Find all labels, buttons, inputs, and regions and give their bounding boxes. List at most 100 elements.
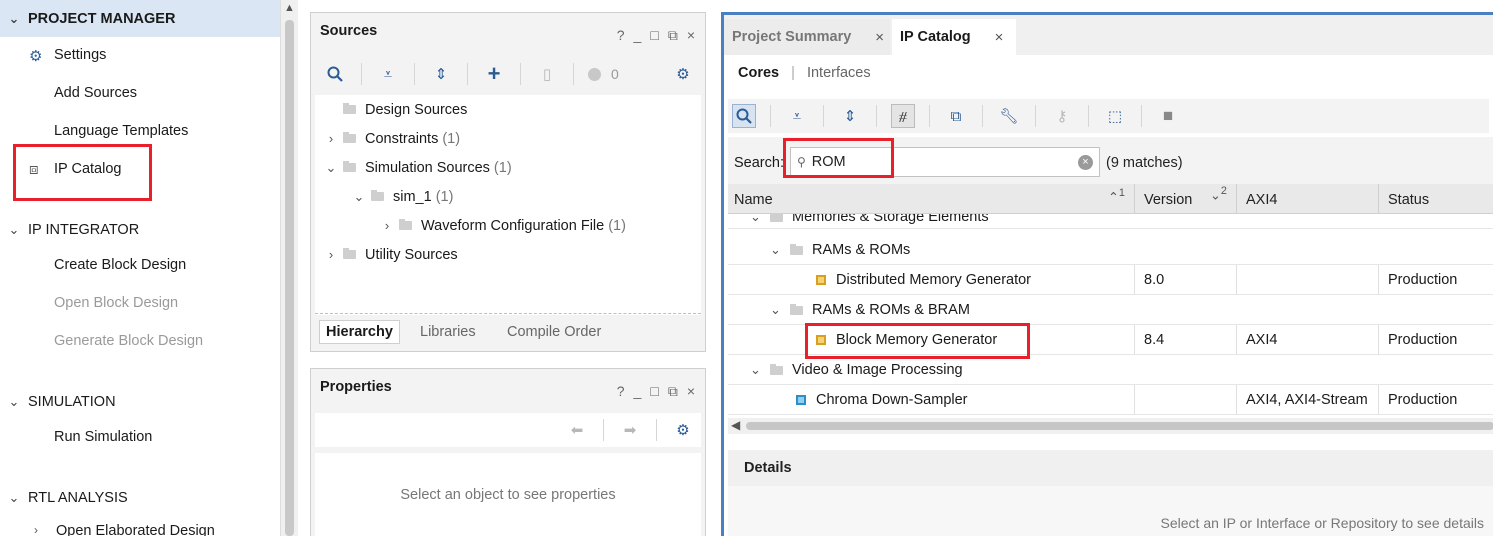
column-name[interactable]: Name [734,192,773,208]
nav-open-elaborated-design[interactable]: › Open Elaborated Design [34,523,215,536]
maximize-icon[interactable]: □ [650,383,658,400]
nav-ip-catalog[interactable]: ⧈ IP Catalog [29,161,121,178]
chevron-right-icon[interactable]: › [379,218,395,233]
chevron-down-icon: ⌄ [8,10,20,26]
close-icon[interactable]: × [687,383,695,400]
close-icon[interactable]: × [995,29,1004,46]
toolbar-separator [414,63,415,85]
tab-libraries[interactable]: Libraries [420,324,476,340]
search-icon[interactable] [323,62,347,86]
clear-search-icon[interactable]: × [1078,154,1093,170]
sources-panel: Sources ? _ □ ⧉ × ⩡ ⇕ + ▯ 0 ⚙ Design Sou… [310,12,706,352]
folder-icon [343,103,356,114]
toolbar-separator [982,105,983,127]
table-row[interactable]: ⌄ RAMs & ROMs & BRAM [728,295,1493,325]
scroll-left-icon[interactable]: ◀ [731,418,740,432]
float-icon[interactable]: ⧉ [668,27,678,44]
maximize-icon[interactable]: □ [650,27,658,44]
expand-all-icon[interactable]: ⇕ [838,104,862,128]
tab-compile-order[interactable]: Compile Order [507,324,601,340]
scroll-up-icon[interactable]: ▲ [284,2,295,14]
chevron-down-icon[interactable]: ⌄ [351,189,367,205]
tab-hierarchy[interactable]: Hierarchy [319,320,400,344]
nav-language-templates[interactable]: Language Templates [54,123,188,139]
hierarchy-icon[interactable]: ⧉ [944,104,968,128]
section-simulation[interactable]: ⌄ SIMULATION [0,390,280,414]
column-version[interactable]: Version [1144,192,1192,208]
properties-panel: Properties ? _ □ ⧉ × ⬅ ➡ ⚙ Select an obj… [310,368,706,536]
gear-icon[interactable]: ⚙ [671,62,695,86]
search-bar: Search: ⚲ ROM × (9 matches) [728,137,1493,187]
table-row[interactable]: ⌄ Video & Image Processing [728,355,1493,385]
tree-row[interactable]: Design Sources [323,95,467,124]
section-project-manager[interactable]: ⌄ PROJECT MANAGER [0,0,280,37]
tree-row[interactable]: › Constraints (1) [323,124,460,153]
close-icon[interactable]: × [875,29,884,46]
tree-row[interactable]: ⌄ Simulation Sources (1) [323,153,512,182]
flow-navigator-scrollbar[interactable]: ▲ [280,0,298,536]
toolbar-separator [573,63,574,85]
toolbar-separator [823,105,824,127]
help-icon[interactable]: ? [617,383,625,400]
tab-ip-catalog[interactable]: IP Catalog × [892,19,1016,55]
gear-icon: ⚙ [29,48,43,65]
folder-icon [343,161,356,172]
close-icon[interactable]: × [687,27,695,44]
search-icon[interactable] [732,104,756,128]
minimize-icon[interactable]: _ [634,27,642,44]
table-row[interactable]: ⌄ RAMs & ROMs [728,235,1493,265]
scroll-thumb[interactable] [746,422,1493,430]
collapse-all-icon[interactable]: ⩡ [785,104,809,128]
stop-icon[interactable]: ■ [1156,104,1180,128]
toolbar-separator [603,419,604,441]
float-icon[interactable]: ⧉ [668,383,678,400]
forward-arrow-icon: ➡ [623,422,637,439]
table-row[interactable]: Distributed Memory Generator 8.0 Product… [728,265,1493,295]
collapse-all-icon[interactable]: ⩡ [376,62,400,86]
ip-table-body: ⌄ Memories & Storage Elements ⌄ RAMs & ROM… [724,214,1493,420]
table-row[interactable]: Chroma Down-Sampler AXI4, AXI4-Stream Pr… [728,385,1493,415]
chevron-down-icon[interactable]: ⌄ [750,214,766,225]
nav-settings[interactable]: ⚙ Settings [29,47,106,65]
chevron-right-icon[interactable]: › [323,131,339,146]
details-header: Details [728,450,1493,486]
wrench-icon[interactable]: 🔧︎ [997,104,1021,128]
tab-cores[interactable]: Cores [738,65,779,81]
column-status[interactable]: Status [1388,192,1429,208]
column-axi4[interactable]: AXI4 [1246,192,1277,208]
tab-project-summary[interactable]: Project Summary × [724,19,890,55]
table-hscrollbar[interactable]: ◀ [728,418,1493,434]
nav-add-sources[interactable]: Add Sources [54,85,137,101]
nav-create-block-design[interactable]: Create Block Design [54,257,186,273]
scroll-thumb[interactable] [285,20,294,536]
chip-icon[interactable]: ⬚ [1103,104,1127,128]
chevron-down-icon: ⌄ [8,394,20,409]
tree-row[interactable]: ⌄ sim_1 (1) [351,182,454,211]
chevron-down-icon[interactable]: ⌄ [323,160,339,176]
gear-icon[interactable]: ⚙ [671,418,695,442]
filter-toggle-icon[interactable]: ⧣ [891,104,915,128]
error-counter[interactable]: 0 [588,66,619,82]
chevron-down-icon[interactable]: ⌄ [770,302,786,318]
table-row[interactable]: ⌄ Memories & Storage Elements [728,214,1493,229]
table-row[interactable]: Block Memory Generator 8.4 AXI4 Producti… [728,325,1493,355]
toolbar-separator [361,63,362,85]
tree-row[interactable]: › Waveform Configuration File (1) [379,211,626,240]
section-ip-integrator[interactable]: ⌄ IP INTEGRATOR [0,218,280,242]
add-sources-icon[interactable]: + [482,61,506,86]
search-input[interactable]: ⚲ ROM × [790,147,1100,177]
minimize-icon[interactable]: _ [634,383,642,400]
expand-all-icon[interactable]: ⇕ [429,62,453,86]
chevron-right-icon[interactable]: › [323,247,339,262]
chevron-down-icon[interactable]: ⌄ [750,362,766,378]
tree-row[interactable]: › Utility Sources [323,240,458,269]
properties-title: Properties [320,379,392,395]
nav-run-simulation[interactable]: Run Simulation [54,429,152,445]
chevron-down-icon[interactable]: ⌄ [770,242,786,258]
section-rtl-analysis[interactable]: ⌄ RTL ANALYSIS [0,486,280,510]
tab-interfaces[interactable]: Interfaces [807,65,871,81]
toolbar-separator [467,63,468,85]
sources-tree: Design Sources › Constraints (1) ⌄ Simula… [315,95,701,315]
help-icon[interactable]: ? [617,27,625,44]
ip-core-icon [816,275,826,285]
